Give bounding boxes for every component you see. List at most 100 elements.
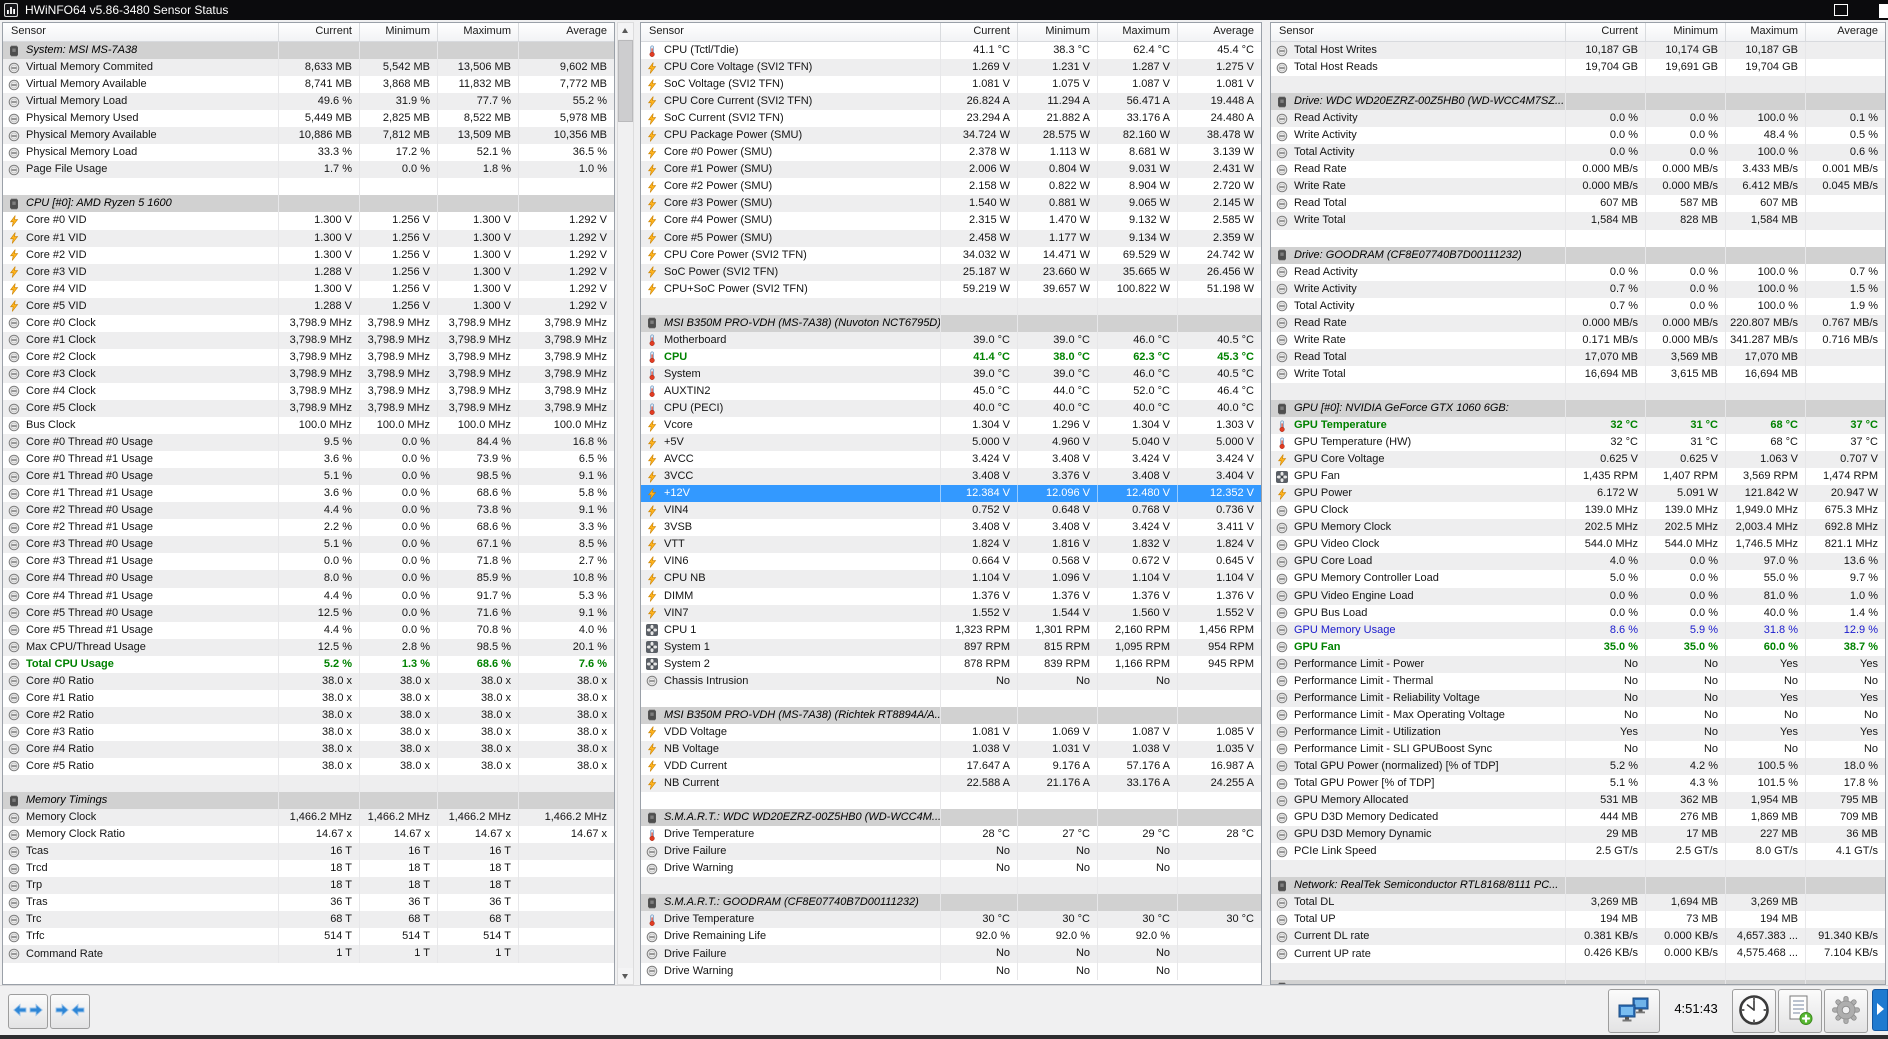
sensor-row[interactable]: GPU Temperature (HW) 32 °C 31 °C 68 °C 37 °C (1271, 434, 1885, 452)
column-header-maximum[interactable]: Maximum (1725, 23, 1805, 41)
sensor-row[interactable]: Total Activity 0.0 % 0.0 % 100.0 % 0.6 % (1271, 144, 1885, 162)
maximize-button[interactable] (1834, 4, 1848, 16)
sensor-row[interactable]: Core #0 VID 1.300 V 1.256 V 1.300 V 1.292 V (3, 212, 614, 230)
sensor-row[interactable]: GPU Video Engine Load 0.0 % 0.0 % 81.0 % 1.0… (1271, 587, 1885, 605)
sensor-row[interactable]: Trfc 514 T 514 T 514 T (3, 928, 614, 946)
sensor-row[interactable]: GPU Clock 139.0 MHz 139.0 MHz 1,949.0 MHz 67… (1271, 502, 1885, 520)
sensor-row[interactable]: Core #4 VID 1.300 V 1.256 V 1.300 V 1.292 V (3, 280, 614, 298)
sensor-row[interactable]: 3VSB 3.408 V 3.408 V 3.424 V 3.411 V (641, 519, 1261, 537)
sensor-row[interactable]: Drive Warning No No No (641, 860, 1261, 878)
sensor-row[interactable]: GPU D3D Memory Dedicated 444 MB 276 MB 1,86… (1271, 809, 1885, 827)
sensor-row[interactable]: Core #1 Clock 3,798.9 MHz 3,798.9 MHz 3,798… (3, 331, 614, 349)
sensor-row[interactable]: Core #4 Clock 3,798.9 MHz 3,798.9 MHz 3,798… (3, 382, 614, 400)
section-row[interactable]: GPU [#0]: NVIDIA GeForce GTX 1060 6GB: (1271, 399, 1885, 418)
sensor-row[interactable]: GPU Memory Usage 8.6 % 5.9 % 31.8 % 12.9 % (1271, 621, 1885, 639)
sensor-row[interactable]: VIN7 1.552 V 1.544 V 1.560 V 1.552 V (641, 604, 1261, 622)
report-button[interactable] (1778, 989, 1822, 1033)
sensor-row[interactable]: Tcas 16 T 16 T 16 T (3, 843, 614, 861)
sensor-row[interactable]: Write Total 16,694 MB 3,615 MB 16,694 MB (1271, 365, 1885, 383)
column-header-minimum[interactable]: Minimum (359, 23, 437, 41)
sensor-row[interactable]: PCIe Link Speed 2.5 GT/s 2.5 GT/s 8.0 GT/s 4… (1271, 843, 1885, 861)
sensor-row[interactable]: Core #2 Ratio 38.0 x 38.0 x 38.0 x 38.0 x (3, 706, 614, 724)
column-header-current[interactable]: Current (278, 23, 359, 41)
sensor-row[interactable]: CPU Core Current (SVI2 TFN) 26.824 A 11.29… (641, 93, 1261, 111)
sensor-row[interactable]: CPU Core Voltage (SVI2 TFN) 1.269 V 1.231 … (641, 59, 1261, 77)
sensor-row[interactable]: Total Host Reads 19,704 GB 19,691 GB 19,704… (1271, 59, 1885, 77)
sensor-row[interactable]: Drive Temperature 30 °C 30 °C 30 °C 30 °C (641, 911, 1261, 929)
sensor-row[interactable]: CPU (Tctl/Tdie) 41.1 °C 38.3 °C 62.4 °C 45.4… (641, 42, 1261, 60)
sensor-row[interactable]: Memory Clock 1,466.2 MHz 1,466.2 MHz 1,466.… (3, 809, 614, 827)
sensor-row[interactable]: System 2 878 RPM 839 RPM 1,166 RPM 945 RPM (641, 655, 1261, 673)
sensor-row[interactable]: CPU (PECI) 40.0 °C 40.0 °C 40.0 °C 40.0 °C (641, 399, 1261, 418)
section-row[interactable]: CPU [#0]: AMD Ryzen 5 1600 (3, 195, 614, 213)
sensor-row[interactable]: Vcore 1.304 V 1.296 V 1.304 V 1.303 V (641, 417, 1261, 435)
sensor-row[interactable]: VIN4 0.752 V 0.648 V 0.768 V 0.736 V (641, 502, 1261, 520)
sensor-row[interactable]: Write Rate 0.171 MB/s 0.000 MB/s 341.287 MB… (1271, 331, 1885, 349)
sensor-row[interactable]: Core #4 Thread #1 Usage 4.4 % 0.0 % 91.7 % 5… (3, 587, 614, 605)
section-row[interactable]: System: MSI MS-7A38 (3, 42, 614, 60)
sensor-row[interactable]: GPU Memory Allocated 531 MB 362 MB 1,954 MB… (1271, 792, 1885, 810)
sensor-row[interactable]: Core #4 Ratio 38.0 x 38.0 x 38.0 x 38.0 x (3, 740, 614, 758)
network-monitor-button[interactable] (1608, 989, 1660, 1033)
sensor-row[interactable]: GPU Memory Clock 202.5 MHz 202.5 MHz 2,003.… (1271, 519, 1885, 537)
sensor-row[interactable]: Core #1 VID 1.300 V 1.256 V 1.300 V 1.292 V (3, 229, 614, 247)
sensor-row[interactable]: CPU+SoC Power (SVI2 TFN) 59.219 W 39.657 W… (641, 280, 1261, 298)
sensor-row[interactable]: Core #4 Power (SMU) 2.315 W 1.470 W 9.132 W… (641, 212, 1261, 230)
sensor-row[interactable]: Current UP rate 0.426 KB/s 0.000 KB/s 4,575… (1271, 945, 1885, 963)
sensor-row[interactable]: Total UP 194 MB 73 MB 194 MB (1271, 911, 1885, 929)
sensor-row[interactable]: GPU Core Voltage 0.625 V 0.625 V 1.063 V 0.7… (1271, 451, 1885, 469)
sensor-row[interactable]: GPU Core Load 4.0 % 0.0 % 97.0 % 13.6 % (1271, 553, 1885, 571)
sensor-row[interactable]: Memory Clock Ratio 14.67 x 14.67 x 14.67 x1… (3, 826, 614, 844)
sensor-row[interactable]: Trcd 18 T 18 T 18 T (3, 860, 614, 878)
sensor-row[interactable]: Core #4 Thread #0 Usage 8.0 % 0.0 % 85.9 % 1… (3, 570, 614, 588)
sensor-row[interactable]: NB Current 22.588 A 21.176 A 33.176 A 24.255… (641, 775, 1261, 793)
vertical-scrollbar[interactable] (617, 22, 634, 985)
sensor-row[interactable]: GPU Power 6.172 W 5.091 W 121.842 W 20.947 W (1271, 485, 1885, 503)
sensor-row[interactable]: Core #2 Thread #1 Usage 2.2 % 0.0 % 68.6 % 3… (3, 519, 614, 537)
sensor-row[interactable]: VIN6 0.664 V 0.568 V 0.672 V 0.645 V (641, 553, 1261, 571)
sensor-row[interactable]: CPU Package Power (SMU) 34.724 W 28.575 W8… (641, 127, 1261, 145)
column-header-average[interactable]: Average (518, 23, 614, 41)
sensor-row[interactable]: Core #5 Clock 3,798.9 MHz 3,798.9 MHz 3,798… (3, 399, 614, 418)
close-button[interactable] (1879, 4, 1888, 18)
sensor-row[interactable]: GPU Temperature 32 °C 31 °C 68 °C 37 °C (1271, 417, 1885, 435)
sensor-row[interactable]: Read Total 17,070 MB 3,569 MB 17,070 MB (1271, 348, 1885, 366)
sensor-row[interactable]: Core #3 Power (SMU) 1.540 W 0.881 W 9.065 W… (641, 195, 1261, 213)
sensor-row[interactable]: CPU Core Power (SVI2 TFN) 34.032 W 14.471 … (641, 246, 1261, 264)
sensor-row[interactable]: CPU NB 1.104 V 1.096 V 1.104 V 1.104 V (641, 570, 1261, 588)
collapse-columns-button[interactable] (50, 994, 90, 1029)
sensor-row[interactable]: Drive Warning No No No (641, 962, 1261, 980)
sensor-row[interactable]: GPU Video Clock 544.0 MHz 544.0 MHz 1,746.5… (1271, 536, 1885, 554)
column-header-minimum[interactable]: Minimum (1017, 23, 1097, 41)
sensor-row[interactable]: GPU Memory Controller Load 5.0 % 0.0 % 55.0… (1271, 570, 1885, 588)
sensor-row[interactable]: Core #3 Ratio 38.0 x 38.0 x 38.0 x 38.0 x (3, 723, 614, 741)
sensor-row[interactable]: Core #2 VID 1.300 V 1.256 V 1.300 V 1.292 V (3, 246, 614, 264)
sensor-row[interactable]: Total Host Writes 10,187 GB 10,174 GB 10,18… (1271, 42, 1885, 60)
sensor-row[interactable]: Page File Usage 1.7 % 0.0 % 1.8 % 1.0 % (3, 161, 614, 179)
sensor-row[interactable]: Core #0 Power (SMU) 2.378 W 1.113 W 8.681 W… (641, 144, 1261, 162)
sensor-row[interactable]: Performance Limit - Thermal No No No No (1271, 672, 1885, 690)
sensor-row[interactable]: VDD Voltage 1.081 V 1.069 V 1.087 V 1.085 V (641, 723, 1261, 741)
sensor-row[interactable]: System 1 897 RPM 815 RPM 1,095 RPM 954 RPM (641, 638, 1261, 656)
sensor-row[interactable]: Total GPU Power [% of TDP] 5.1 % 4.3 % 101.… (1271, 775, 1885, 793)
section-row[interactable]: Drive: GOODRAM (CF8E07740B7D00111232) (1271, 246, 1885, 264)
sensor-row[interactable]: Trp 18 T 18 T 18 T (3, 877, 614, 895)
sensor-row[interactable]: AUXTIN2 45.0 °C 44.0 °C 52.0 °C 46.4 °C (641, 382, 1261, 400)
sensor-row[interactable]: Performance Limit - Max Operating Voltag… (1271, 706, 1885, 724)
sensor-row[interactable]: Core #0 Clock 3,798.9 MHz 3,798.9 MHz 3,798… (3, 314, 614, 332)
sensor-row[interactable]: NB Voltage 1.038 V 1.031 V 1.038 V 1.035 V (641, 740, 1261, 758)
sensor-row[interactable]: GPU Bus Load 0.0 % 0.0 % 40.0 % 1.4 % (1271, 604, 1885, 622)
column-header-average[interactable]: Average (1805, 23, 1885, 41)
sensor-row[interactable]: Core #1 Thread #1 Usage 3.6 % 0.0 % 68.6 % 5… (3, 485, 614, 503)
scrollbar-thumb[interactable] (618, 40, 633, 122)
column-header-current[interactable]: Current (1565, 23, 1645, 41)
sensor-row[interactable]: Virtual Memory Load 49.6 % 31.9 % 77.7 % 55.… (3, 93, 614, 111)
column-header-current[interactable]: Current (940, 23, 1017, 41)
sensor-row[interactable]: Core #3 VID 1.288 V 1.256 V 1.300 V 1.292 V (3, 263, 614, 281)
sensor-row[interactable]: Drive Temperature 28 °C 27 °C 29 °C 28 °C (641, 826, 1261, 844)
expand-columns-button[interactable] (8, 994, 48, 1029)
sensor-row[interactable]: Write Total 1,584 MB 828 MB 1,584 MB (1271, 212, 1885, 230)
column-header-maximum[interactable]: Maximum (1097, 23, 1177, 41)
sensor-row[interactable]: Chassis Intrusion No No No (641, 672, 1261, 690)
sensor-row[interactable]: Core #0 Ratio 38.0 x 38.0 x 38.0 x 38.0 x (3, 672, 614, 690)
